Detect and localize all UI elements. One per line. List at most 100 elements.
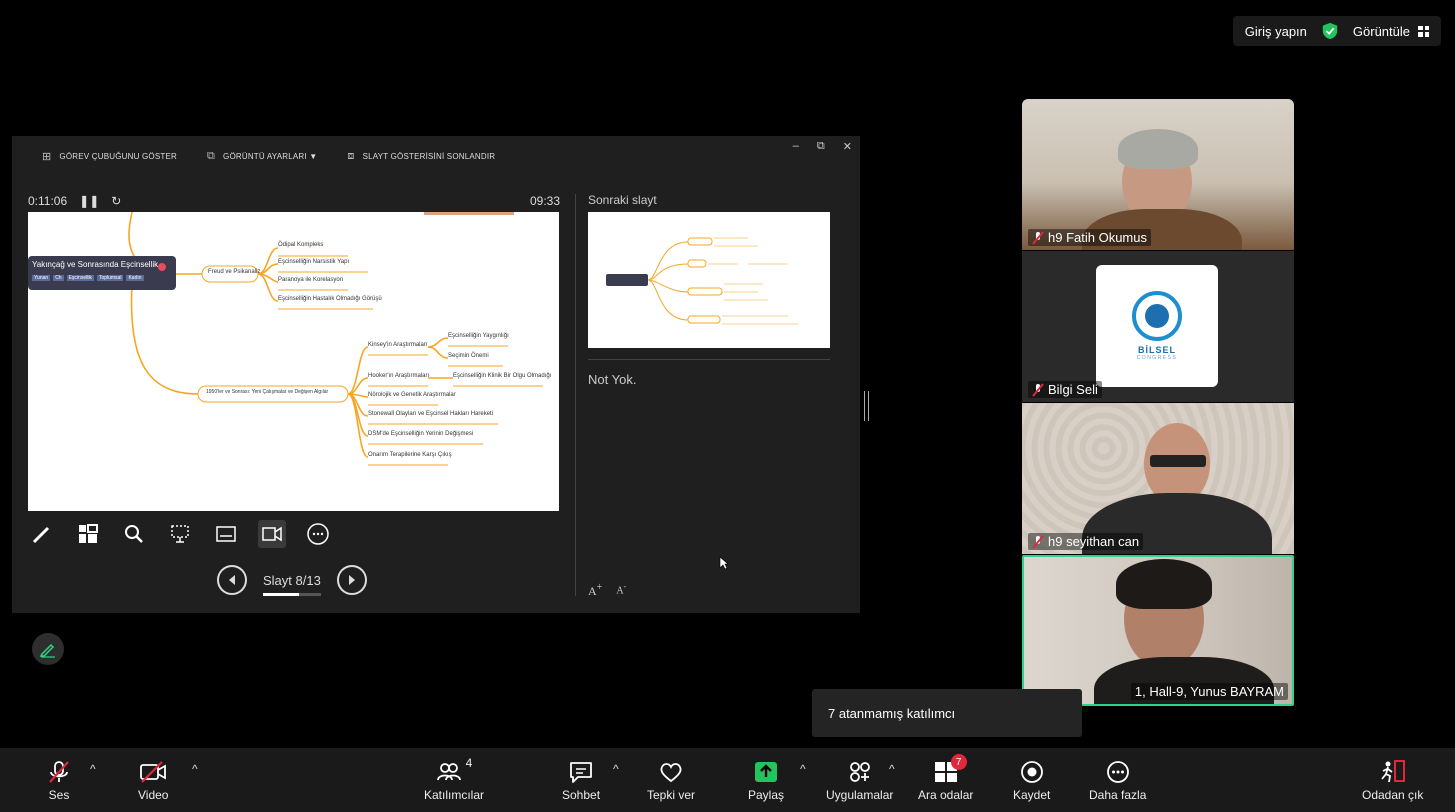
hooker-item: Eşcinselliğin Klinik Bir Olgu Olmadığı	[453, 373, 552, 379]
record-button[interactable]: Kaydet	[1013, 756, 1050, 802]
more-options-icon[interactable]	[304, 520, 332, 548]
participant-name-tag: h9 seyithan can	[1028, 533, 1144, 550]
root-tag: Eşcinsellik	[66, 275, 94, 281]
taskbar-icon: ⊞	[42, 150, 52, 163]
other-item: DSM'de Eşcinselliğin Yerinin Değişmesi	[368, 431, 474, 437]
participant-tile[interactable]: h9 Fatih Okumus	[1022, 99, 1294, 250]
unassigned-participants-tooltip: 7 atanmamış katılımcı	[812, 689, 1082, 737]
chat-options-caret[interactable]: ^	[613, 762, 619, 776]
annotate-button[interactable]	[32, 633, 64, 665]
slide-navigation: Slayt 8/13	[217, 565, 367, 596]
next-slide-preview[interactable]	[588, 212, 830, 348]
decrease-font-label: A	[616, 585, 624, 597]
all-slides-icon[interactable]	[74, 520, 102, 548]
participant-tile[interactable]: BİLSEL CONGRESS Bilgi Seli	[1022, 251, 1294, 402]
audio-options-caret[interactable]: ^	[90, 762, 96, 776]
more-label: Daha fazla	[1089, 788, 1147, 802]
era-label: 1950'ler ve Sonrası: Yeni Çalışmalar ve …	[206, 389, 329, 395]
share-screen-button[interactable]: Paylaş	[748, 756, 784, 802]
leave-button[interactable]: Odadan çık	[1362, 756, 1423, 802]
participants-count: 4	[465, 756, 473, 770]
video-button[interactable]: Video	[138, 756, 168, 802]
root-tag: Kadın	[126, 275, 144, 281]
top-right-bar: Giriş yapın Görüntüle	[1232, 16, 1441, 46]
share-options-caret[interactable]: ^	[800, 762, 806, 776]
panel-resize-handle[interactable]	[864, 391, 869, 421]
participant-tile-active-speaker[interactable]: 1, Hall-9, Yunus BAYRAM	[1022, 555, 1294, 706]
shared-screen: ⊞ GÖREV ÇUBUĞUNU GÖSTER ⧉ GÖRÜNTÜ AYARLARI…	[12, 136, 860, 613]
show-taskbar-button[interactable]: ⊞ GÖREV ÇUBUĞUNU GÖSTER	[42, 150, 177, 163]
signin-link[interactable]: Giriş yapın	[1245, 24, 1307, 39]
display-icon: ⧉	[206, 149, 216, 162]
hooker-label: Hooker'ın Araştırmaları	[368, 373, 430, 379]
root-tag: Ch	[53, 275, 64, 281]
video-off-icon	[140, 761, 167, 783]
next-slide-button[interactable]	[336, 565, 367, 595]
participant-tile[interactable]: h9 seyithan can	[1022, 403, 1294, 554]
subtitles-icon[interactable]	[212, 520, 240, 548]
participants-button[interactable]: 4 Katılımcılar	[424, 756, 484, 802]
audio-button[interactable]: Ses	[46, 756, 72, 802]
video-label: Video	[138, 788, 169, 802]
speaker-notes: Not Yok.	[588, 372, 637, 387]
show-taskbar-label: GÖREV ÇUBUĞUNU GÖSTER	[59, 151, 177, 161]
leave-icon	[1380, 760, 1405, 783]
close-icon[interactable]: ✕	[843, 140, 852, 153]
participant-gallery: h9 Fatih Okumus BİLSEL CONGRESS Bilgi Se…	[1022, 99, 1294, 707]
elapsed-timer: 0:11:06 ❚❚ ↻	[28, 194, 121, 208]
audio-label: Ses	[48, 788, 70, 802]
participant-name: h9 Fatih Okumus	[1048, 230, 1147, 245]
panel-divider	[575, 194, 576, 596]
apps-options-caret[interactable]: ^	[889, 762, 895, 776]
camera-icon[interactable]	[258, 520, 286, 548]
kinsey-label: Kinsey'in Araştırmaları	[368, 342, 428, 348]
react-button[interactable]: Tepki ver	[647, 756, 695, 802]
slide-counter-label: Slayt 8/13	[263, 572, 321, 588]
display-settings-label: GÖRÜNTÜ AYARLARI ▼	[223, 151, 318, 161]
prev-arrow-icon	[229, 575, 235, 585]
end-slideshow-button[interactable]: ⧈ SLAYT GÖSTERİSİNİ SONLANDIR	[347, 150, 495, 163]
decrease-font-button[interactable]: A-	[616, 582, 626, 599]
clock: 09:33	[530, 194, 561, 208]
heart-icon	[660, 763, 682, 783]
zoom-icon[interactable]	[120, 520, 148, 548]
other-item: Onarım Terapilerine Karşı Çıkış	[368, 452, 452, 458]
participant-name: h9 seyithan can	[1048, 534, 1140, 549]
chat-button[interactable]: Sohbet	[562, 756, 600, 802]
end-slideshow-label: SLAYT GÖSTERİSİNİ SONLANDIR	[362, 151, 496, 161]
pencil-icon	[39, 643, 55, 658]
video-options-caret[interactable]: ^	[192, 762, 198, 776]
restore-icon[interactable]: ⧉	[817, 140, 825, 153]
slide-counter: Slayt 8/13	[263, 572, 321, 596]
view-button[interactable]: Görüntüle	[1353, 24, 1429, 39]
previous-slide-button[interactable]	[217, 565, 247, 595]
shield-check-icon[interactable]	[1321, 22, 1339, 40]
pause-icon[interactable]: ❚❚	[79, 194, 99, 208]
increase-font-button[interactable]: A+	[588, 582, 602, 599]
mic-muted-icon	[49, 761, 69, 783]
freud-item: Eşcinselliğin Hastalık Olmadığı Görüşü	[278, 296, 382, 302]
presenter-toolbar: ⊞ GÖREV ÇUBUĞUNU GÖSTER ⧉ GÖRÜNTÜ AYARLARI…	[12, 136, 860, 176]
view-label: Görüntüle	[1352, 23, 1410, 39]
black-screen-icon[interactable]	[166, 520, 194, 548]
freud-item: Ödipal Kompleks	[278, 242, 324, 248]
reset-icon[interactable]: ↻	[111, 194, 121, 208]
share-label: Paylaş	[748, 788, 785, 802]
record-icon	[1020, 761, 1043, 783]
next-arrow-icon	[348, 575, 355, 585]
pen-icon[interactable]	[28, 520, 56, 548]
display-settings-button[interactable]: ⧉ GÖRÜNTÜ AYARLARI ▼	[207, 150, 317, 163]
next-slide-label: Sonraki slayt	[588, 193, 657, 207]
elapsed-time: 0:11:06	[28, 194, 68, 208]
mindmap-root-label: Yakınçağ ve Sonrasında Eşcinsellik	[32, 260, 159, 269]
leave-label: Odadan çık	[1362, 788, 1424, 802]
slide-progress-bar	[263, 592, 321, 596]
minimize-icon[interactable]: –	[793, 140, 799, 153]
logo-subtext: CONGRESS	[1136, 355, 1178, 361]
chat-icon	[570, 762, 592, 783]
apps-button[interactable]: Uygulamalar	[826, 756, 893, 802]
breakout-rooms-button[interactable]: 7 Ara odalar	[918, 754, 973, 802]
record-label: Kaydet	[1013, 788, 1051, 802]
more-icon	[1106, 761, 1129, 783]
more-button[interactable]: Daha fazla	[1089, 756, 1146, 802]
